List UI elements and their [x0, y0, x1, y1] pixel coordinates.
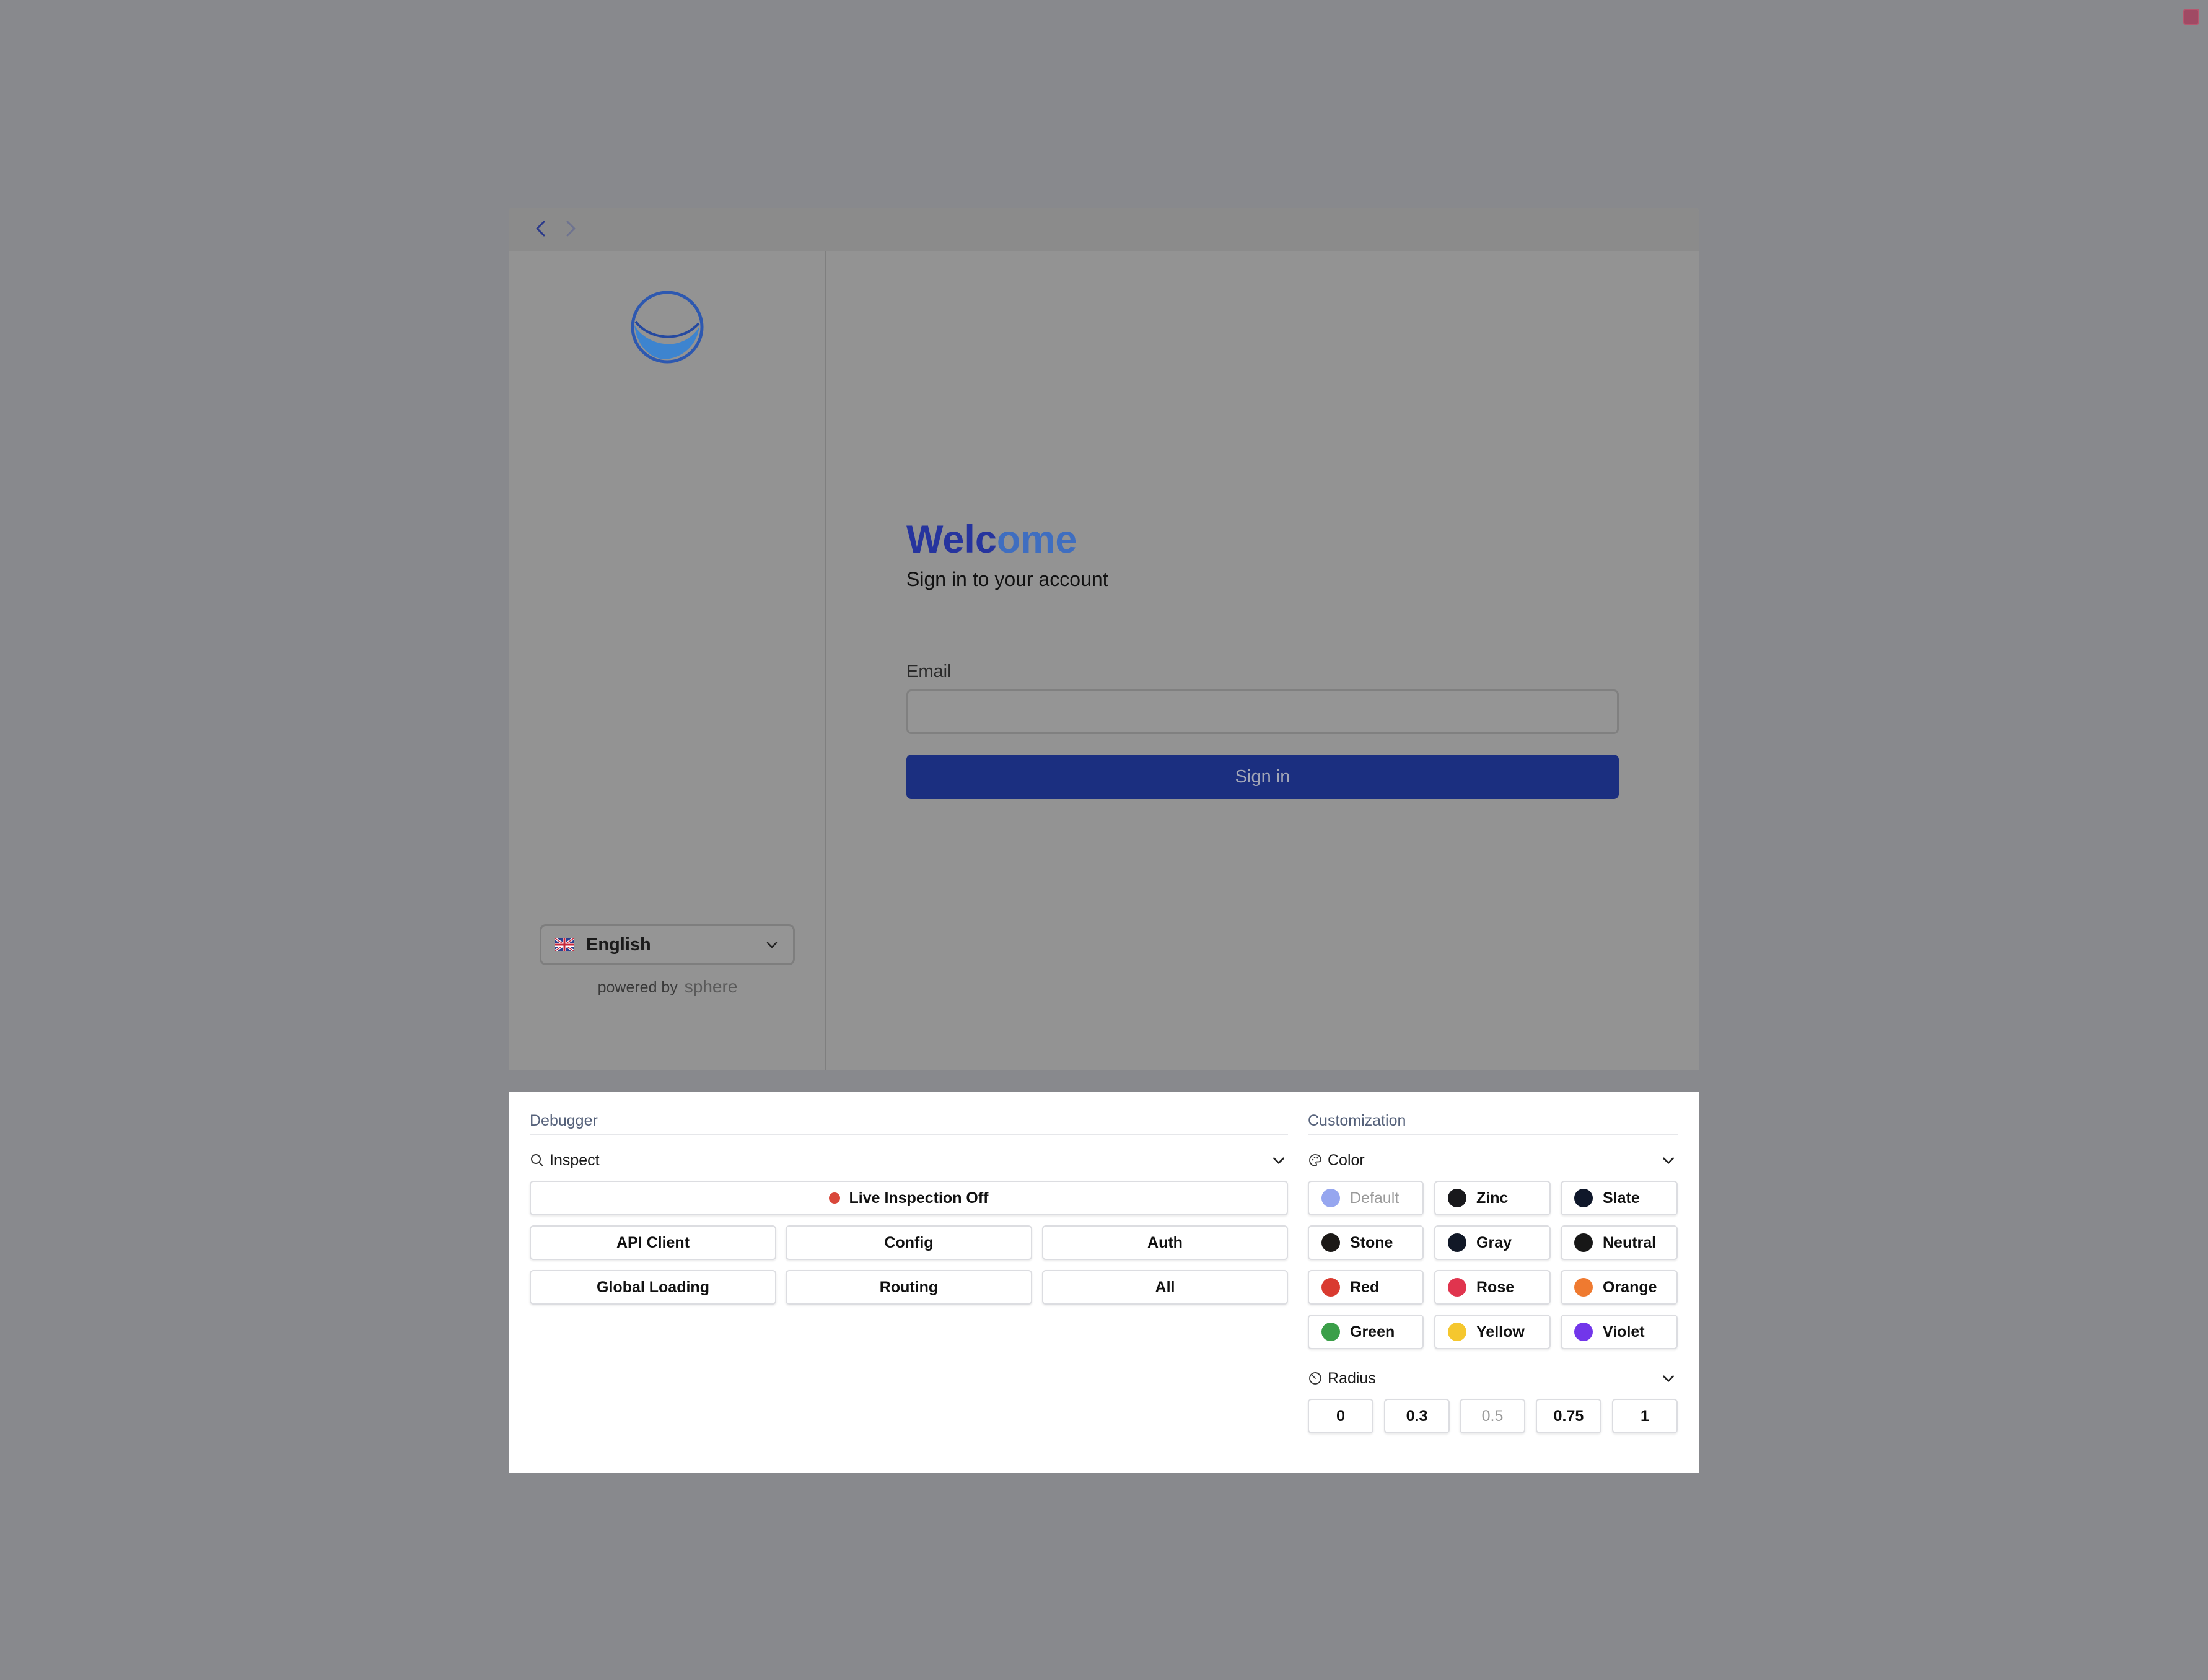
corner-badge[interactable]	[2183, 9, 2199, 25]
config-button[interactable]: Config	[786, 1225, 1032, 1260]
color-red-button[interactable]: Red	[1308, 1270, 1424, 1305]
color-label: Orange	[1603, 1278, 1657, 1296]
color-label: Red	[1350, 1278, 1380, 1296]
radius-dropdown[interactable]: Radius	[1308, 1365, 1376, 1392]
radius-0-3-button[interactable]: 0.3	[1384, 1399, 1450, 1433]
customization-title: Customization	[1308, 1112, 1406, 1129]
color-swatch	[1448, 1189, 1466, 1207]
page-subtitle: Sign in to your account	[906, 568, 1108, 590]
debug-panel: Debugger Inspect Live Inspection Off API…	[509, 1092, 1699, 1473]
color-swatch	[1448, 1278, 1466, 1297]
color-swatch	[1448, 1233, 1466, 1252]
all-button[interactable]: All	[1042, 1270, 1288, 1305]
radius-0-5-button[interactable]: 0.5	[1460, 1399, 1525, 1433]
color-slate-button[interactable]: Slate	[1561, 1181, 1678, 1215]
brand-name: sphere	[684, 977, 738, 996]
color-stone-button[interactable]: Stone	[1308, 1225, 1424, 1260]
radius-0-button[interactable]: 0	[1308, 1399, 1373, 1433]
live-inspection-label: Live Inspection Off	[849, 1189, 989, 1207]
language-label: English	[586, 934, 651, 955]
radius-label: Radius	[1328, 1369, 1376, 1387]
debugger-title: Debugger	[530, 1112, 598, 1129]
api-client-button[interactable]: API Client	[530, 1225, 776, 1260]
nav-bar	[509, 208, 1699, 251]
color-yellow-button[interactable]: Yellow	[1434, 1315, 1551, 1349]
color-rose-button[interactable]: Rose	[1434, 1270, 1551, 1305]
color-swatch	[1321, 1323, 1340, 1341]
chevron-down-icon[interactable]	[1660, 1152, 1676, 1168]
color-orange-button[interactable]: Orange	[1561, 1270, 1678, 1305]
inspect-dropdown[interactable]: Inspect	[530, 1147, 600, 1174]
color-label: Gray	[1476, 1233, 1512, 1251]
color-label: Neutral	[1603, 1233, 1657, 1251]
email-label: Email	[906, 662, 952, 681]
chevron-down-icon	[766, 942, 778, 948]
color-swatch	[1321, 1233, 1340, 1252]
palette-icon	[1309, 1154, 1321, 1166]
title-part-1: Welc	[906, 518, 997, 561]
color-neutral-button[interactable]: Neutral	[1561, 1225, 1678, 1260]
color-swatch	[1574, 1323, 1593, 1341]
global-loading-button[interactable]: Global Loading	[530, 1270, 776, 1305]
color-violet-button[interactable]: Violet	[1561, 1315, 1678, 1349]
powered-by: powered by sphere	[509, 977, 826, 997]
color-swatch	[1574, 1189, 1593, 1207]
color-swatch	[1321, 1278, 1340, 1297]
color-label: Default	[1350, 1189, 1400, 1207]
color-label: Zinc	[1476, 1189, 1509, 1207]
debugger-divider	[530, 1134, 1288, 1135]
powered-by-text: powered by	[597, 979, 678, 996]
language-select[interactable]: English	[540, 924, 795, 965]
color-swatch	[1574, 1278, 1593, 1297]
color-swatch	[1448, 1323, 1466, 1341]
radius-1-button[interactable]: 1	[1612, 1399, 1678, 1433]
color-default-button[interactable]: Default	[1308, 1181, 1424, 1215]
email-field[interactable]	[906, 689, 1619, 734]
color-zinc-button[interactable]: Zinc	[1434, 1181, 1551, 1215]
color-green-button[interactable]: Green	[1308, 1315, 1424, 1349]
search-icon	[531, 1154, 543, 1166]
radius-icon	[1309, 1372, 1321, 1385]
color-gray-button[interactable]: Gray	[1434, 1225, 1551, 1260]
status-dot	[829, 1192, 841, 1204]
color-label: Rose	[1476, 1278, 1515, 1296]
customization-divider	[1308, 1134, 1678, 1135]
color-label: Color	[1328, 1151, 1365, 1169]
app-window: English powered by sphere Welcome Sign i…	[509, 208, 1699, 1070]
sphere-logo	[631, 291, 704, 364]
signin-button[interactable]: Sign in	[906, 755, 1619, 799]
uk-flag-icon	[555, 938, 574, 951]
chevron-down-icon[interactable]	[1660, 1370, 1676, 1386]
auth-button[interactable]: Auth	[1042, 1225, 1288, 1260]
page-title: Welcome	[906, 517, 1077, 562]
main-panel: Welcome Sign in to your account Email Si…	[826, 251, 1699, 1070]
chevron-down-icon[interactable]	[1271, 1152, 1287, 1168]
color-swatch	[1321, 1189, 1340, 1207]
color-dropdown[interactable]: Color	[1308, 1147, 1365, 1174]
title-part-2: ome	[996, 518, 1077, 561]
inspect-label: Inspect	[550, 1151, 600, 1169]
forward-button[interactable]	[557, 215, 584, 242]
color-label: Green	[1350, 1323, 1395, 1341]
color-label: Violet	[1603, 1323, 1645, 1341]
chevron-left-icon	[536, 221, 545, 237]
color-label: Yellow	[1476, 1323, 1525, 1341]
back-button[interactable]	[527, 215, 554, 242]
color-swatch	[1574, 1233, 1593, 1252]
chevron-right-icon	[566, 221, 576, 237]
left-panel: English powered by sphere	[509, 251, 826, 1070]
routing-button[interactable]: Routing	[786, 1270, 1032, 1305]
live-inspection-toggle[interactable]: Live Inspection Off	[530, 1181, 1288, 1215]
radius-0-75-button[interactable]: 0.75	[1536, 1399, 1601, 1433]
color-label: Stone	[1350, 1233, 1393, 1251]
color-label: Slate	[1603, 1189, 1640, 1207]
